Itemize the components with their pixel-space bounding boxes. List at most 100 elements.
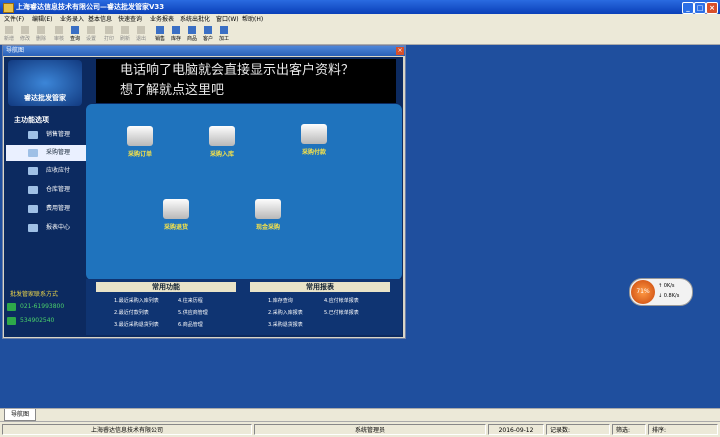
new-icon bbox=[5, 26, 13, 34]
status-records: 记录数: bbox=[546, 424, 610, 435]
sidebar-item-sales[interactable]: 销售管理 bbox=[6, 127, 88, 143]
sales-icon bbox=[156, 26, 164, 34]
menu-system[interactable]: 系统出批化 bbox=[180, 14, 210, 25]
payment-icon bbox=[301, 124, 327, 144]
usage-percent: 71% bbox=[631, 280, 655, 304]
close-button[interactable]: × bbox=[706, 2, 718, 14]
purchase-icon bbox=[28, 149, 38, 157]
menu-file[interactable]: 文件(F) bbox=[4, 14, 24, 25]
qq-icon bbox=[7, 317, 16, 325]
menu-window[interactable]: 窗口(W) bbox=[216, 14, 239, 25]
sales-icon bbox=[28, 131, 38, 139]
status-user: 系统管理员 bbox=[254, 424, 486, 435]
title-bar: 上海睿达信息技术有限公司—睿达批发管家V33 _ □ × bbox=[0, 0, 720, 14]
audit-icon bbox=[55, 26, 63, 34]
app-logo: 睿达批发管家 bbox=[8, 60, 82, 106]
purchase-return-button[interactable]: 采购退货 bbox=[146, 199, 206, 231]
edit-icon bbox=[21, 26, 29, 34]
money-icon bbox=[28, 167, 38, 175]
sidebar-item-purchase[interactable]: 采购管理 bbox=[6, 145, 88, 161]
warehouse-receipt-icon bbox=[209, 126, 235, 146]
shortcut-link[interactable]: 1.最近采购入库列表 bbox=[114, 297, 159, 304]
query-icon bbox=[71, 26, 79, 34]
product-icon bbox=[188, 26, 196, 34]
edit-button[interactable]: 修改 bbox=[19, 26, 31, 42]
promo-banner[interactable]: 电话响了电脑就会直接显示出客户资料？ 想了解就点这里吧 bbox=[96, 59, 396, 103]
common-functions-header: 常用功能 bbox=[96, 282, 236, 292]
menu-business-reports[interactable]: 业务报表 bbox=[150, 14, 174, 25]
upload-speed: ↑ 0K/s bbox=[658, 283, 675, 289]
print-button[interactable]: 打印 bbox=[103, 26, 115, 42]
minimize-button[interactable]: _ bbox=[682, 2, 694, 14]
report-link[interactable]: 2.采购入库报表 bbox=[268, 309, 303, 316]
audit-button[interactable]: 审核 bbox=[53, 26, 65, 42]
shortcut-link[interactable]: 3.最近采购退货列表 bbox=[114, 321, 159, 328]
status-company: 上海睿达信息技术有限公司 bbox=[2, 424, 252, 435]
main-functions-label: 主功能选项 bbox=[14, 116, 49, 124]
purchase-order-button[interactable]: 采购订单 bbox=[110, 126, 170, 158]
status-bar: 上海睿达信息技术有限公司 系统管理员 2016-09-12 记录数: 筛选: 排… bbox=[0, 421, 720, 437]
sidebar-item-receivables-payables[interactable]: 应收应付 bbox=[6, 163, 88, 179]
banner-line-2: 想了解就点这里吧 bbox=[120, 83, 225, 98]
refresh-icon bbox=[121, 26, 129, 34]
expense-icon bbox=[28, 205, 38, 213]
window-title: 上海睿达信息技术有限公司—睿达批发管家V33 bbox=[16, 3, 165, 11]
report-link[interactable]: 5.已付帐单报表 bbox=[324, 309, 359, 316]
navigation-body: 睿达批发管家 电话响了电脑就会直接显示出客户资料？ 想了解就点这里吧 主功能选项… bbox=[4, 57, 403, 337]
shortcut-link[interactable]: 4.往来历程 bbox=[178, 297, 203, 304]
phone-icon bbox=[7, 303, 16, 311]
purchase-payment-button[interactable]: 采购付款 bbox=[284, 124, 344, 156]
document-tab-bar: 导航图 bbox=[0, 408, 720, 421]
navigation-window-title: 导航图 bbox=[6, 47, 25, 54]
purchase-receipt-button[interactable]: 采购入库 bbox=[192, 126, 252, 158]
sidebar-item-warehouse[interactable]: 仓库管理 bbox=[6, 182, 88, 198]
shortcut-link[interactable]: 2.最近付款列表 bbox=[114, 309, 149, 316]
menu-business-entry[interactable]: 业务录入 bbox=[60, 14, 84, 25]
navigation-window-header: 导航图 × bbox=[3, 46, 405, 56]
common-reports-header: 常用报表 bbox=[250, 282, 390, 292]
print-icon bbox=[105, 26, 113, 34]
shortcut-link[interactable]: 5.供应商管理 bbox=[178, 309, 208, 316]
cash-purchase-button[interactable]: 现金采购 bbox=[238, 199, 298, 231]
sales-button[interactable]: 销售 bbox=[154, 26, 166, 42]
query-button[interactable]: 查询 bbox=[69, 26, 81, 42]
status-date: 2016-09-12 bbox=[488, 424, 544, 435]
settings-button[interactable]: 设置 bbox=[85, 26, 97, 42]
exit-button[interactable]: 退出 bbox=[135, 26, 147, 42]
navigation-window: 导航图 × 睿达批发管家 电话响了电脑就会直接显示出客户资料？ 想了解就点这里吧… bbox=[2, 45, 406, 339]
cash-register-icon bbox=[255, 199, 281, 219]
shortcuts-panel: 常用功能 常用报表 1.最近采购入库列表 4.往来历程 2.最近付款列表 5.供… bbox=[86, 279, 402, 335]
refresh-button[interactable]: 刷新 bbox=[119, 26, 131, 42]
exit-icon bbox=[137, 26, 145, 34]
delete-icon bbox=[37, 26, 45, 34]
inventory-button[interactable]: 库存 bbox=[170, 26, 182, 42]
report-link[interactable]: 1.库存查询 bbox=[268, 297, 293, 304]
sidebar-item-expenses[interactable]: 费用管理 bbox=[6, 201, 88, 217]
report-link[interactable]: 4.应付帐单报表 bbox=[324, 297, 359, 304]
sidebar-item-reports[interactable]: 报表中心 bbox=[6, 220, 88, 236]
menu-help[interactable]: 帮助(H) bbox=[242, 14, 263, 25]
settings-icon bbox=[87, 26, 95, 34]
processing-button[interactable]: 加工 bbox=[218, 26, 230, 42]
network-speed-widget[interactable]: 71% ↑ 0K/s ↓ 0.8K/s bbox=[629, 278, 693, 306]
maximize-button[interactable]: □ bbox=[694, 2, 706, 14]
inventory-icon bbox=[172, 26, 180, 34]
contact-phone: 021-61993800 bbox=[7, 303, 64, 311]
customer-button[interactable]: 客户 bbox=[202, 26, 214, 42]
processing-icon bbox=[220, 26, 228, 34]
contact-title: 批发管家联系方式 bbox=[10, 291, 59, 298]
status-sort: 排序: bbox=[648, 424, 718, 435]
function-panel: 采购订单 采购入库 采购付款 采购退货 现金采购 bbox=[86, 104, 402, 280]
product-button[interactable]: 商品 bbox=[186, 26, 198, 42]
toolbar: 新增 修改 删除 审核 查询 设置 打印 刷新 退出 销售 库存 商品 客户 加… bbox=[0, 25, 720, 45]
return-box-icon bbox=[163, 199, 189, 219]
navigation-close-button[interactable]: × bbox=[396, 47, 404, 55]
menu-edit[interactable]: 编辑(E) bbox=[32, 14, 52, 25]
delete-button[interactable]: 删除 bbox=[35, 26, 47, 42]
tab-navigation[interactable]: 导航图 bbox=[4, 409, 36, 421]
shortcut-link[interactable]: 6.商品管理 bbox=[178, 321, 203, 328]
menu-quick-query[interactable]: 快速查询 bbox=[118, 14, 142, 25]
menu-basic-info[interactable]: 基本信息 bbox=[88, 14, 112, 25]
new-button[interactable]: 新增 bbox=[3, 26, 15, 42]
report-link[interactable]: 3.采购退货报表 bbox=[268, 321, 303, 328]
